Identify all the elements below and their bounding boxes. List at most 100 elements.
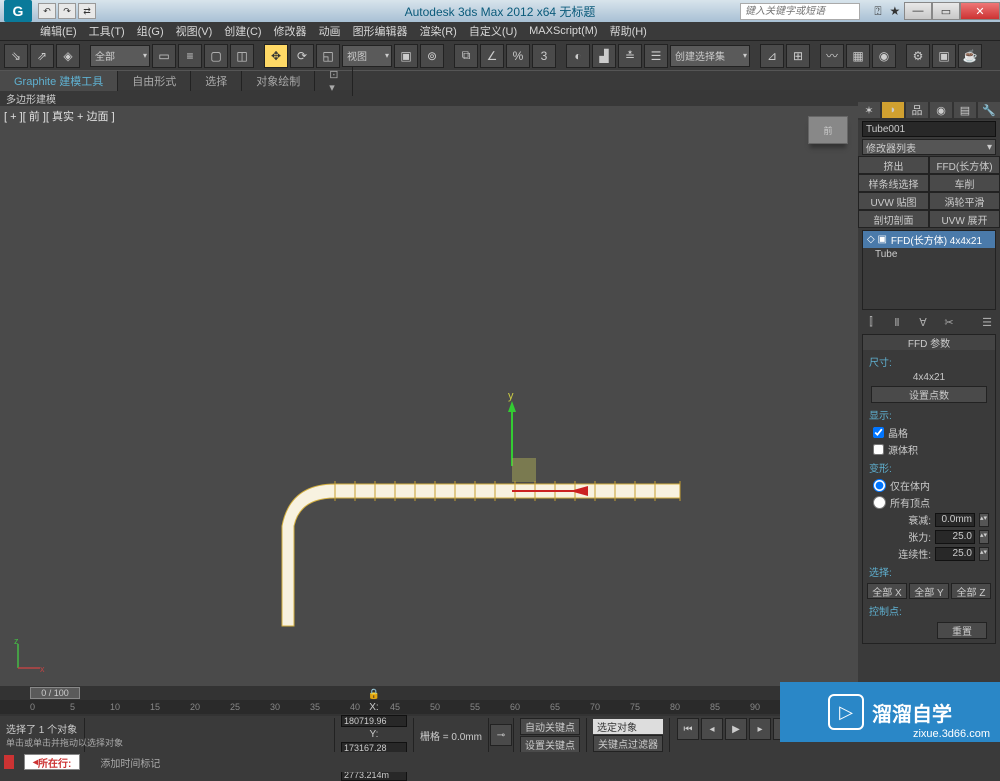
falloff-spinner[interactable]: 衰减: ▴▾ xyxy=(863,511,995,528)
window-crossing-icon[interactable]: ◫ xyxy=(230,44,254,68)
motion-tab-icon[interactable]: ◉ xyxy=(930,102,952,118)
mod-btn-turbo[interactable]: 涡轮平滑 xyxy=(929,192,1000,210)
lock-icon[interactable]: 🔒 xyxy=(368,689,380,700)
sel-all-y[interactable]: 全部 Y xyxy=(909,583,949,599)
object-name-input[interactable] xyxy=(862,121,996,137)
time-slider-handle[interactable]: 0 / 100 xyxy=(30,687,80,699)
ribbon-panel-label[interactable]: 多边形建模 xyxy=(0,90,1000,106)
mod-btn-spline[interactable]: 样条线选择 xyxy=(858,174,929,192)
coord-x-input[interactable] xyxy=(341,715,407,727)
menu-group[interactable]: 组(G) xyxy=(133,23,168,39)
align-icon[interactable]: ≛ xyxy=(618,44,642,68)
unique-icon[interactable]: ∀ xyxy=(916,315,930,329)
menu-view[interactable]: 视图(V) xyxy=(172,23,217,39)
sel-all-x[interactable]: 全部 X xyxy=(867,583,907,599)
menu-render[interactable]: 渲染(R) xyxy=(416,23,461,39)
next-frame-icon[interactable]: ▸ xyxy=(749,718,771,740)
script-rec-icon[interactable] xyxy=(4,755,14,769)
select-name-icon[interactable]: ≡ xyxy=(178,44,202,68)
menu-animation[interactable]: 动画 xyxy=(315,23,345,39)
mod-btn-extrude[interactable]: 挤出 xyxy=(858,156,929,174)
key-mode-icon[interactable]: ⊸ xyxy=(490,724,512,746)
remove-mod-icon[interactable]: ✂ xyxy=(942,315,956,329)
ribbon-tab-graphite[interactable]: Graphite 建模工具 xyxy=(0,71,118,91)
menu-maxscript[interactable]: MAXScript(M) xyxy=(525,25,601,37)
ribbon-tab-paint[interactable]: 对象绘制 xyxy=(242,71,315,91)
help-search[interactable] xyxy=(740,3,860,20)
modifier-stack[interactable]: ◇ ▣ FFD(长方体) 4x4x21 Tube xyxy=(862,230,996,310)
modify-tab-icon[interactable]: ◗ xyxy=(882,102,904,118)
menu-help[interactable]: 帮助(H) xyxy=(606,23,651,39)
stack-item-ffd[interactable]: ◇ ▣ FFD(长方体) 4x4x21 xyxy=(863,231,995,248)
autokey-button[interactable]: 自动关键点 xyxy=(520,718,580,735)
link-tool-icon[interactable]: ⇘ xyxy=(4,44,28,68)
time-tag-button[interactable]: 添加时间标记 xyxy=(100,755,160,770)
undo-icon[interactable]: ↶ xyxy=(38,3,56,19)
select-icon[interactable]: ▭ xyxy=(152,44,176,68)
menu-tools[interactable]: 工具(T) xyxy=(85,23,129,39)
create-selset-drop[interactable]: 创建选择集 xyxy=(670,45,750,67)
render-setup-icon[interactable]: ⚙ xyxy=(906,44,930,68)
utilities-tab-icon[interactable]: 🔧 xyxy=(978,102,1000,118)
menu-edit[interactable]: 编辑(E) xyxy=(36,23,81,39)
hierarchy-tab-icon[interactable]: 品 xyxy=(906,102,928,118)
reset-button[interactable]: 重置 xyxy=(937,622,987,639)
mod-btn-uvwmap[interactable]: UVW 贴图 xyxy=(858,192,929,210)
ribbon-expand-icon[interactable]: ⊡ ▾ xyxy=(315,66,353,96)
render-icon[interactable]: ☕ xyxy=(958,44,982,68)
ribbon-tab-freeform[interactable]: 自由形式 xyxy=(118,71,191,91)
bind-space-icon[interactable]: ◈ xyxy=(56,44,80,68)
named-sel-icon[interactable]: ◐ xyxy=(566,44,590,68)
configure-icon[interactable]: ☰ xyxy=(980,315,994,329)
radio-in-volume[interactable]: 仅在体内 xyxy=(863,477,995,494)
radio-all-verts[interactable]: 所有顶点 xyxy=(863,494,995,511)
move-tool-icon[interactable]: ✥ xyxy=(264,44,288,68)
angle-snap-icon[interactable]: ∠ xyxy=(480,44,504,68)
viewport-front[interactable]: [ + ][ 前 ][ 真实 + 边面 ] 前 y xyxy=(0,106,858,686)
selkey-drop[interactable]: 选定对象 xyxy=(593,719,663,734)
snap-toggle-icon[interactable]: ⧉ xyxy=(454,44,478,68)
redo-icon[interactable]: ↷ xyxy=(58,3,76,19)
time-ruler[interactable]: 0510 152025 303540 455055 606570 758085 … xyxy=(0,700,858,714)
select-region-icon[interactable]: ▢ xyxy=(204,44,228,68)
menu-modifiers[interactable]: 修改器 xyxy=(270,23,311,39)
schematic-icon[interactable]: ▦ xyxy=(846,44,870,68)
listener-button[interactable]: ◂ 所在行: xyxy=(24,754,80,770)
pin-stack-icon[interactable]: ⫿ xyxy=(864,315,878,329)
menu-create[interactable]: 创建(C) xyxy=(220,23,265,39)
close-button[interactable]: ✕ xyxy=(960,2,1000,20)
ref-coord-drop[interactable]: 视图 xyxy=(342,45,392,67)
manipulate-icon[interactable]: ⊚ xyxy=(420,44,444,68)
pivot-icon[interactable]: ▣ xyxy=(394,44,418,68)
render-frame-icon[interactable]: ▣ xyxy=(932,44,956,68)
unlink-tool-icon[interactable]: ⇗ xyxy=(30,44,54,68)
goto-start-icon[interactable]: ⏮ xyxy=(677,718,699,740)
mod-btn-ffdbox[interactable]: FFD(长方体) xyxy=(929,156,1000,174)
create-tab-icon[interactable]: ✶ xyxy=(858,102,880,118)
set-points-button[interactable]: 设置点数 xyxy=(871,386,987,403)
link-icon[interactable]: ⇄ xyxy=(78,3,96,19)
percent-snap-icon[interactable]: % xyxy=(506,44,530,68)
layers-icon[interactable]: ☰ xyxy=(644,44,668,68)
tension-spinner[interactable]: 张力: ▴▾ xyxy=(863,528,995,545)
mod-btn-lathe[interactable]: 车削 xyxy=(929,174,1000,192)
scale-tool-icon[interactable]: ◱ xyxy=(316,44,340,68)
material-editor-icon[interactable]: ◉ xyxy=(872,44,896,68)
show-end-icon[interactable]: Ⅱ xyxy=(890,315,904,329)
star-icon[interactable]: ★ xyxy=(890,4,901,19)
menu-customize[interactable]: 自定义(U) xyxy=(465,23,521,39)
minimize-button[interactable]: — xyxy=(904,2,932,20)
search-input[interactable] xyxy=(740,3,860,20)
spinner-snap-icon[interactable]: 3 xyxy=(532,44,556,68)
sel-all-z[interactable]: 全部 Z xyxy=(951,583,991,599)
menu-graph[interactable]: 图形编辑器 xyxy=(349,23,412,39)
mirror-icon[interactable]: ▟ xyxy=(592,44,616,68)
app-menu-icon[interactable]: G xyxy=(4,0,32,22)
maximize-button[interactable]: ▭ xyxy=(932,2,960,20)
modifier-list-drop[interactable]: 修改器列表▾ xyxy=(862,139,996,155)
rollout-title[interactable]: FFD 参数 xyxy=(863,335,995,350)
curve-editor-icon[interactable]: 〰 xyxy=(820,44,844,68)
play-icon[interactable]: ▶ xyxy=(725,718,747,740)
timeline[interactable]: 0 / 100 0510 152025 303540 455055 606570… xyxy=(0,686,858,716)
keyfilter-button[interactable]: 关键点过滤器 xyxy=(593,735,663,752)
